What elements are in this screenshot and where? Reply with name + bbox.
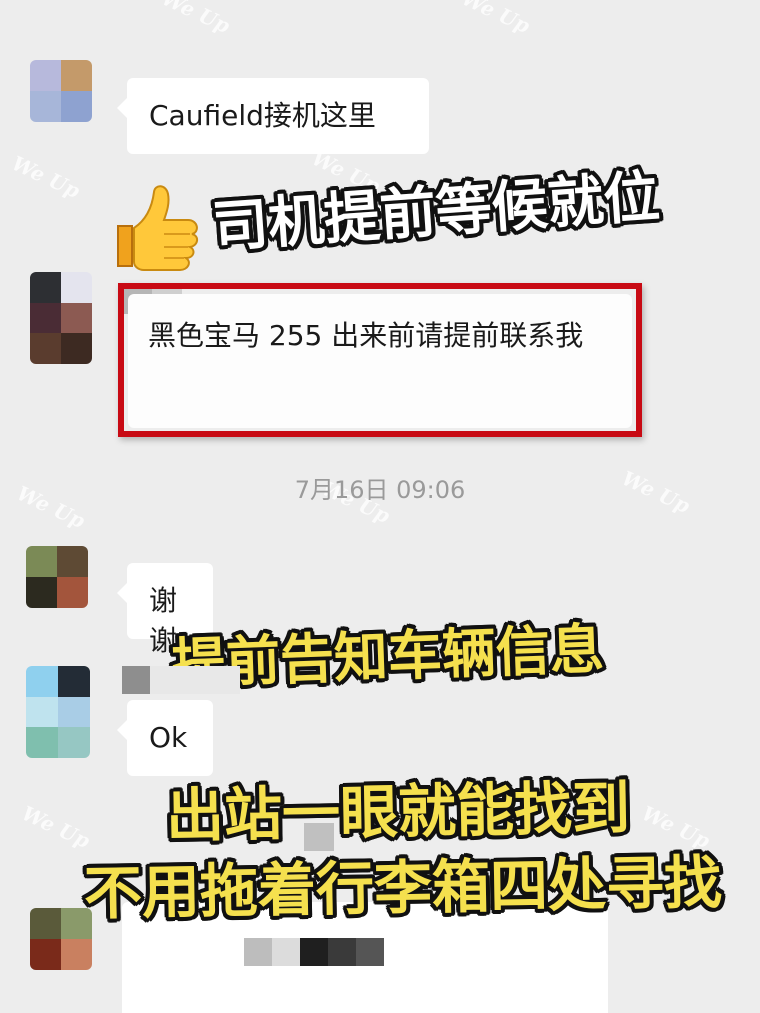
watermark: We Up <box>458 0 534 39</box>
watermark: We Up <box>638 800 714 854</box>
avatar[interactable] <box>30 272 92 364</box>
message-bubble[interactable]: Caufield接机这里 <box>117 78 429 154</box>
watermark: We Up <box>18 800 94 854</box>
timestamp: 7月16日 09:06 <box>294 476 466 504</box>
message-bubble[interactable]: Ok <box>117 700 213 776</box>
avatar[interactable] <box>26 666 90 758</box>
sender-name-blurred <box>122 666 240 694</box>
highlight-frame <box>118 283 642 437</box>
thumbs-up-icon <box>108 178 203 273</box>
overlay-find-at-exit-line1: 出站一眼就能找到 <box>165 773 631 851</box>
message-content-blurred <box>244 938 384 966</box>
watermark: We Up <box>158 0 234 39</box>
avatar[interactable] <box>30 908 92 970</box>
watermark: We Up <box>8 150 84 204</box>
overlay-find-at-exit-line2: 不用拖着行李箱四处寻找 <box>83 848 723 928</box>
avatar[interactable] <box>26 546 88 608</box>
message-text: Caufield接机这里 <box>149 99 376 132</box>
overlay-driver-waiting: 司机提前等候就位 <box>210 164 662 261</box>
avatar[interactable] <box>30 60 92 122</box>
message-text: Ok <box>149 721 188 754</box>
message-bubble[interactable]: 谢谢 <box>117 563 213 657</box>
